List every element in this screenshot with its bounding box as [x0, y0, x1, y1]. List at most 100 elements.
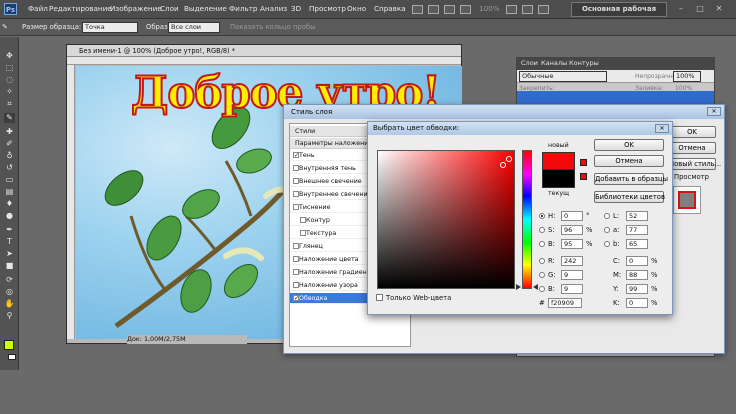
checkbox-checked[interactable]: ✓ — [293, 152, 299, 159]
checkbox[interactable] — [293, 282, 299, 288]
brush-tool-icon[interactable]: ✐ — [4, 139, 15, 149]
lasso-tool-icon[interactable]: ◌ — [4, 75, 15, 85]
quick-select-tool-icon[interactable]: ✧ — [4, 87, 15, 97]
clone-stamp-icon[interactable]: ♁ — [4, 151, 15, 161]
minibridge-icon[interactable] — [428, 5, 439, 14]
yellow-input[interactable]: 99 — [626, 284, 648, 294]
pen-tool-icon[interactable]: ✒ — [4, 225, 15, 235]
dodge-tool-icon[interactable]: ● — [4, 211, 15, 221]
green-radio[interactable] — [539, 272, 545, 278]
sample-size-select[interactable]: Точка — [82, 22, 138, 33]
zoom-tool-icon[interactable] — [522, 5, 533, 14]
show-ring-checkbox[interactable]: Показать кольцо пробы — [230, 23, 315, 31]
gamut-warning-icon[interactable] — [580, 159, 587, 166]
layer-style-cancel-button[interactable]: Отмена — [668, 142, 716, 154]
opacity-input[interactable]: 100% — [673, 71, 701, 82]
tab-layers[interactable]: Слои — [521, 59, 538, 67]
healing-brush-icon[interactable]: ✚ — [4, 127, 15, 137]
color-field-cursor[interactable] — [506, 156, 512, 162]
checkbox[interactable] — [300, 217, 306, 223]
crop-tool-icon[interactable]: ⌗ — [4, 99, 15, 109]
lab-l-input[interactable]: 52 — [626, 211, 648, 221]
eraser-tool-icon[interactable]: ▭ — [4, 175, 15, 185]
hue-radio[interactable] — [539, 213, 545, 219]
eyedropper-tool-icon[interactable]: ✎ — [2, 23, 8, 31]
type-tool-icon[interactable]: T — [4, 237, 15, 247]
hex-input[interactable]: f20909 — [548, 298, 582, 308]
magenta-input[interactable]: 88 — [626, 270, 648, 280]
checkbox[interactable] — [293, 256, 299, 262]
new-style-button[interactable]: Новый стиль... — [668, 158, 721, 170]
menu-window[interactable]: Окно — [347, 4, 366, 13]
menu-help[interactable]: Справка — [374, 4, 406, 13]
close-icon[interactable]: ✕ — [655, 124, 669, 133]
checkbox[interactable] — [293, 191, 299, 197]
lab-a-radio[interactable] — [604, 227, 610, 233]
saturation-input[interactable]: 96 — [561, 225, 583, 235]
menu-analysis[interactable]: Анализ — [260, 4, 287, 13]
path-select-icon[interactable]: ➤ — [4, 249, 15, 259]
menu-3d[interactable]: 3D — [291, 4, 301, 13]
red-radio[interactable] — [539, 258, 545, 264]
checkbox-checked[interactable]: ✓ — [293, 295, 299, 302]
3d-orbit-icon[interactable]: ◎ — [4, 287, 15, 297]
menu-select[interactable]: Выделение — [184, 4, 227, 13]
brightness-radio[interactable] — [539, 241, 545, 247]
color-ok-button[interactable]: OK — [594, 139, 664, 151]
web-colors-only-checkbox[interactable]: Только Web-цвета — [376, 294, 451, 302]
hue-input[interactable]: 0 — [561, 211, 583, 221]
lab-a-input[interactable]: 77 — [626, 225, 648, 235]
maximize-icon[interactable]: □ — [694, 3, 706, 15]
color-libraries-button[interactable]: Библиотеки цветов — [594, 191, 665, 203]
cyan-input[interactable]: 0 — [626, 256, 648, 266]
foreground-color-swatch[interactable] — [4, 340, 14, 350]
minimize-icon[interactable]: – — [675, 3, 687, 15]
bridge-icon[interactable] — [412, 5, 423, 14]
tab-paths[interactable]: Контуры — [569, 59, 599, 67]
zoom-level[interactable]: 100% — [479, 4, 500, 13]
eyedropper-icon[interactable]: ✎ — [4, 113, 15, 123]
rotate-view-icon[interactable] — [538, 5, 549, 14]
extras-icon[interactable] — [444, 5, 455, 14]
brightness-input[interactable]: 95 — [561, 239, 583, 249]
menu-file[interactable]: Файл — [28, 4, 48, 13]
move-tool-icon[interactable]: ✥ — [4, 51, 15, 61]
blend-mode-select[interactable]: Обычные — [519, 71, 607, 82]
checkbox[interactable] — [293, 178, 299, 184]
hand-tool-icon[interactable] — [506, 5, 517, 14]
blue-input[interactable]: 9 — [561, 284, 583, 294]
selected-layer-row[interactable] — [517, 91, 714, 105]
add-to-swatches-button[interactable]: Добавить в образцы — [594, 173, 668, 185]
document-tab[interactable]: Без имени-1 @ 100% (Доброе утро!, RGB/8)… — [67, 45, 461, 57]
menu-view[interactable]: Просмотр — [309, 4, 346, 13]
close-icon[interactable]: ✕ — [707, 107, 721, 116]
checkbox[interactable] — [293, 204, 299, 210]
blur-tool-icon[interactable]: ♦ — [4, 199, 15, 209]
lab-b-input[interactable]: 65 — [626, 239, 648, 249]
color-cancel-button[interactable]: Отмена — [594, 155, 664, 167]
hand-icon[interactable]: ✋ — [4, 299, 15, 309]
black-input[interactable]: 0 — [626, 298, 648, 308]
marquee-tool-icon[interactable]: ⬚ — [4, 63, 15, 73]
background-color-swatch[interactable] — [8, 354, 16, 360]
workspace-switcher[interactable]: Основная рабочая среда — [571, 2, 667, 26]
lab-b-radio[interactable] — [604, 241, 610, 247]
checkbox[interactable] — [293, 269, 299, 275]
checkbox[interactable] — [293, 165, 299, 171]
hue-slider[interactable] — [522, 150, 532, 289]
hue-slider-arrow-right-icon[interactable] — [533, 284, 538, 290]
saturation-radio[interactable] — [539, 227, 545, 233]
history-brush-icon[interactable]: ↺ — [4, 163, 15, 173]
gradient-tool-icon[interactable]: ▤ — [4, 187, 15, 197]
web-safe-warning-icon[interactable] — [580, 173, 587, 180]
close-icon[interactable]: ✕ — [713, 3, 725, 15]
hue-slider-arrow-left-icon[interactable] — [516, 284, 521, 290]
blue-radio[interactable] — [539, 286, 545, 292]
color-field[interactable] — [377, 150, 515, 289]
menu-layers[interactable]: Слои — [160, 4, 179, 13]
current-color-swatch[interactable] — [542, 170, 575, 188]
sample-select[interactable]: Все слои — [168, 22, 220, 33]
zoom-level-icon[interactable] — [460, 5, 471, 14]
3d-rotate-icon[interactable]: ⟳ — [4, 275, 15, 285]
checkbox[interactable] — [300, 230, 306, 236]
